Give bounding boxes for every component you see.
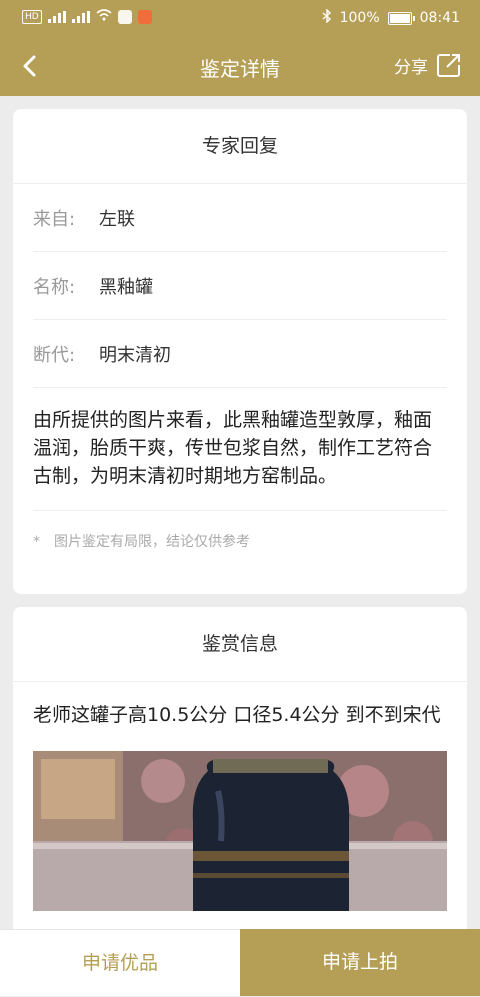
user-question: 老师这罐子高10.5公分 口径5.4公分 到不到宋代 — [33, 704, 441, 726]
appreciation-card: 鉴赏信息 老师这罐子高10.5公分 口径5.4公分 到不到宋代 — [13, 607, 467, 947]
info-value: 左联 — [99, 208, 135, 230]
app-notification-icon — [137, 10, 152, 24]
battery-percent: 100% — [339, 10, 380, 26]
signal-icon — [71, 11, 90, 23]
info-row-name: 名称: 黑釉罐 — [33, 252, 447, 320]
info-key: 断代: — [33, 344, 76, 366]
info-key: 名称: — [33, 276, 76, 298]
card-title: 专家回复 — [13, 109, 467, 184]
note-text: 图片鉴定有局限，结论仅供参考 — [54, 534, 250, 550]
app-notification-icon — [117, 10, 132, 24]
bluetooth-icon — [322, 8, 332, 27]
info-value: 明末清初 — [99, 344, 171, 366]
clock: 08:41 — [419, 10, 460, 26]
info-row-dating: 断代: 明末清初 — [33, 320, 447, 388]
share-label: 分享 — [394, 57, 428, 78]
info-value: 黑釉罐 — [99, 276, 153, 298]
battery-icon — [387, 11, 415, 25]
bottom-action-bar: 申请优品 申请上拍 — [0, 929, 480, 996]
hd-icon: HD — [22, 10, 42, 24]
appraisal-description: 由所提供的图片来看，此黑釉罐造型敦厚，釉面温润，胎质干爽，传世包浆自然，制作工艺… — [33, 388, 447, 511]
note-star: * — [33, 534, 40, 550]
app-header: 鉴定详情 分享 — [0, 36, 480, 96]
apply-premium-button[interactable]: 申请优品 — [0, 929, 240, 996]
share-button[interactable]: 分享 — [394, 52, 462, 78]
wifi-icon — [96, 9, 112, 25]
info-row-from: 来自: 左联 — [33, 184, 447, 252]
item-photo[interactable] — [33, 751, 447, 911]
info-key: 来自: — [33, 208, 76, 230]
card-title: 鉴赏信息 — [13, 607, 467, 682]
apply-auction-button[interactable]: 申请上拍 — [240, 929, 480, 996]
status-bar: HD 100% 08:41 — [0, 0, 480, 36]
share-icon — [437, 54, 460, 77]
jar-photo-image — [33, 751, 447, 911]
signal-icon — [47, 11, 66, 23]
disclaimer-note: * 图片鉴定有局限，结论仅供参考 — [33, 511, 447, 573]
expert-reply-card: 专家回复 来自: 左联 名称: 黑釉罐 断代: 明末清初 由所提供的图片来看，此… — [13, 109, 467, 594]
